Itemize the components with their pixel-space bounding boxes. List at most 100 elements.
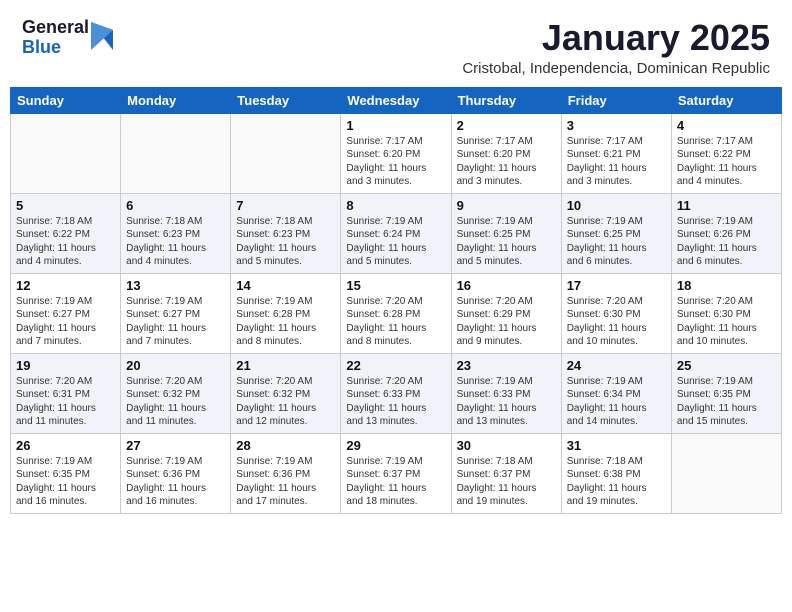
cell-date-number: 7 [236, 198, 335, 213]
cell-date-number: 23 [457, 358, 556, 373]
cell-date-number: 31 [567, 438, 666, 453]
calendar-cell [231, 113, 341, 193]
cell-date-number: 16 [457, 278, 556, 293]
cell-date-number: 10 [567, 198, 666, 213]
cell-info-text: Sunrise: 7:19 AM Sunset: 6:26 PM Dayligh… [677, 215, 776, 269]
day-header-wednesday: Wednesday [341, 87, 451, 113]
cell-date-number: 5 [16, 198, 115, 213]
cell-info-text: Sunrise: 7:18 AM Sunset: 6:37 PM Dayligh… [457, 455, 556, 509]
calendar-cell: 5 Sunrise: 7:18 AM Sunset: 6:22 PM Daylig… [11, 193, 121, 273]
calendar-cell: 17 Sunrise: 7:20 AM Sunset: 6:30 PM Dayli… [561, 273, 671, 353]
cell-date-number: 20 [126, 358, 225, 373]
cell-date-number: 2 [457, 118, 556, 133]
cell-info-text: Sunrise: 7:18 AM Sunset: 6:38 PM Dayligh… [567, 455, 666, 509]
cell-date-number: 24 [567, 358, 666, 373]
calendar-cell: 19Sunrise: 7:20 AM Sunset: 6:31 PM Dayli… [11, 353, 121, 433]
calendar-cell: 16 Sunrise: 7:20 AM Sunset: 6:29 PM Dayli… [451, 273, 561, 353]
calendar-cell: 8Sunrise: 7:19 AM Sunset: 6:24 PM Daylig… [341, 193, 451, 273]
calendar-cell: 9 Sunrise: 7:19 AM Sunset: 6:25 PM Daylig… [451, 193, 561, 273]
cell-date-number: 15 [346, 278, 445, 293]
calendar-cell: 1 Sunrise: 7:17 AM Sunset: 6:20 PM Daylig… [341, 113, 451, 193]
calendar-week-row: 26 Sunrise: 7:19 AM Sunset: 6:35 PM Dayli… [11, 433, 782, 513]
cell-info-text: Sunrise: 7:17 AM Sunset: 6:21 PM Dayligh… [567, 135, 666, 189]
cell-date-number: 25 [677, 358, 776, 373]
cell-date-number: 13 [126, 278, 225, 293]
day-header-thursday: Thursday [451, 87, 561, 113]
day-header-tuesday: Tuesday [231, 87, 341, 113]
day-header-friday: Friday [561, 87, 671, 113]
day-header-saturday: Saturday [671, 87, 781, 113]
calendar-cell: 22 Sunrise: 7:20 AM Sunset: 6:33 PM Dayli… [341, 353, 451, 433]
calendar-cell: 10 Sunrise: 7:19 AM Sunset: 6:25 PM Dayli… [561, 193, 671, 273]
calendar-cell [671, 433, 781, 513]
cell-info-text: Sunrise: 7:19 AM Sunset: 6:28 PM Dayligh… [236, 295, 335, 349]
calendar-cell: 23Sunrise: 7:19 AM Sunset: 6:33 PM Dayli… [451, 353, 561, 433]
calendar-week-row: 5 Sunrise: 7:18 AM Sunset: 6:22 PM Daylig… [11, 193, 782, 273]
cell-info-text: Sunrise: 7:19 AM Sunset: 6:25 PM Dayligh… [567, 215, 666, 269]
calendar-cell: 25 Sunrise: 7:19 AM Sunset: 6:35 PM Dayli… [671, 353, 781, 433]
day-header-sunday: Sunday [11, 87, 121, 113]
cell-date-number: 21 [236, 358, 335, 373]
cell-date-number: 26 [16, 438, 115, 453]
calendar-cell: 20 Sunrise: 7:20 AM Sunset: 6:32 PM Dayli… [121, 353, 231, 433]
calendar-cell: 2 Sunrise: 7:17 AM Sunset: 6:20 PM Daylig… [451, 113, 561, 193]
cell-info-text: Sunrise: 7:17 AM Sunset: 6:20 PM Dayligh… [457, 135, 556, 189]
cell-date-number: 14 [236, 278, 335, 293]
calendar-cell: 27Sunrise: 7:19 AM Sunset: 6:36 PM Dayli… [121, 433, 231, 513]
location-subtitle: Cristobal, Independencia, Dominican Repu… [462, 60, 770, 77]
calendar-cell [11, 113, 121, 193]
cell-date-number: 30 [457, 438, 556, 453]
calendar-cell: 24 Sunrise: 7:19 AM Sunset: 6:34 PM Dayli… [561, 353, 671, 433]
month-title: January 2025 [462, 18, 770, 58]
cell-date-number: 1 [346, 118, 445, 133]
cell-date-number: 22 [346, 358, 445, 373]
calendar-cell: 21 Sunrise: 7:20 AM Sunset: 6:32 PM Dayli… [231, 353, 341, 433]
logo-icon [91, 22, 113, 50]
calendar-cell: 6Sunrise: 7:18 AM Sunset: 6:23 PM Daylig… [121, 193, 231, 273]
calendar-cell: 11 Sunrise: 7:19 AM Sunset: 6:26 PM Dayli… [671, 193, 781, 273]
cell-info-text: Sunrise: 7:17 AM Sunset: 6:22 PM Dayligh… [677, 135, 776, 189]
calendar-cell: 7 Sunrise: 7:18 AM Sunset: 6:23 PM Daylig… [231, 193, 341, 273]
calendar-cell: 18 Sunrise: 7:20 AM Sunset: 6:30 PM Dayli… [671, 273, 781, 353]
calendar-cell: 30 Sunrise: 7:18 AM Sunset: 6:37 PM Dayli… [451, 433, 561, 513]
cell-info-text: Sunrise: 7:20 AM Sunset: 6:30 PM Dayligh… [567, 295, 666, 349]
cell-info-text: Sunrise: 7:19 AM Sunset: 6:27 PM Dayligh… [16, 295, 115, 349]
cell-info-text: Sunrise: 7:19 AM Sunset: 6:35 PM Dayligh… [677, 375, 776, 429]
cell-date-number: 27 [126, 438, 225, 453]
cell-date-number: 9 [457, 198, 556, 213]
cell-info-text: Sunrise: 7:17 AM Sunset: 6:20 PM Dayligh… [346, 135, 445, 189]
calendar-cell: 29Sunrise: 7:19 AM Sunset: 6:37 PM Dayli… [341, 433, 451, 513]
cell-info-text: Sunrise: 7:18 AM Sunset: 6:23 PM Dayligh… [236, 215, 335, 269]
cell-info-text: Sunrise: 7:19 AM Sunset: 6:35 PM Dayligh… [16, 455, 115, 509]
calendar-week-row: 19Sunrise: 7:20 AM Sunset: 6:31 PM Dayli… [11, 353, 782, 433]
cell-info-text: Sunrise: 7:19 AM Sunset: 6:24 PM Dayligh… [346, 215, 445, 269]
cell-info-text: Sunrise: 7:20 AM Sunset: 6:33 PM Dayligh… [346, 375, 445, 429]
cell-info-text: Sunrise: 7:18 AM Sunset: 6:22 PM Dayligh… [16, 215, 115, 269]
cell-date-number: 11 [677, 198, 776, 213]
cell-date-number: 17 [567, 278, 666, 293]
calendar-cell: 12 Sunrise: 7:19 AM Sunset: 6:27 PM Dayli… [11, 273, 121, 353]
cell-info-text: Sunrise: 7:19 AM Sunset: 6:36 PM Dayligh… [236, 455, 335, 509]
cell-date-number: 4 [677, 118, 776, 133]
cell-date-number: 18 [677, 278, 776, 293]
logo-general-text: General [22, 18, 89, 38]
calendar-cell: 14 Sunrise: 7:19 AM Sunset: 6:28 PM Dayli… [231, 273, 341, 353]
cell-info-text: Sunrise: 7:20 AM Sunset: 6:32 PM Dayligh… [236, 375, 335, 429]
calendar-table: SundayMondayTuesdayWednesdayThursdayFrid… [10, 87, 782, 514]
cell-info-text: Sunrise: 7:20 AM Sunset: 6:32 PM Dayligh… [126, 375, 225, 429]
logo: General Blue [22, 18, 113, 58]
title-block: January 2025 Cristobal, Independencia, D… [462, 18, 770, 77]
calendar-week-row: 12 Sunrise: 7:19 AM Sunset: 6:27 PM Dayli… [11, 273, 782, 353]
cell-date-number: 6 [126, 198, 225, 213]
cell-date-number: 3 [567, 118, 666, 133]
cell-info-text: Sunrise: 7:19 AM Sunset: 6:27 PM Dayligh… [126, 295, 225, 349]
calendar-cell: 15Sunrise: 7:20 AM Sunset: 6:28 PM Dayli… [341, 273, 451, 353]
cell-info-text: Sunrise: 7:19 AM Sunset: 6:34 PM Dayligh… [567, 375, 666, 429]
calendar-week-row: 1 Sunrise: 7:17 AM Sunset: 6:20 PM Daylig… [11, 113, 782, 193]
calendar-cell: 31 Sunrise: 7:18 AM Sunset: 6:38 PM Dayli… [561, 433, 671, 513]
cell-info-text: Sunrise: 7:19 AM Sunset: 6:25 PM Dayligh… [457, 215, 556, 269]
calendar-cell [121, 113, 231, 193]
cell-info-text: Sunrise: 7:20 AM Sunset: 6:29 PM Dayligh… [457, 295, 556, 349]
cell-date-number: 12 [16, 278, 115, 293]
cell-info-text: Sunrise: 7:20 AM Sunset: 6:30 PM Dayligh… [677, 295, 776, 349]
